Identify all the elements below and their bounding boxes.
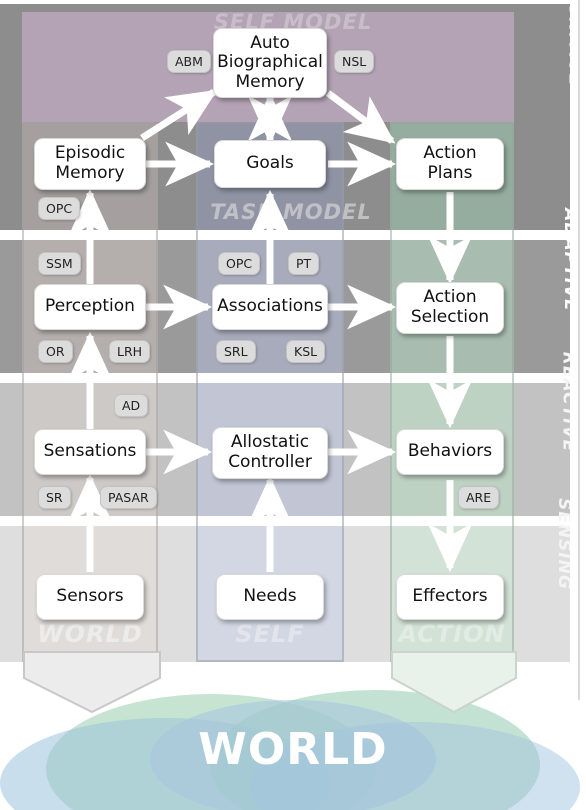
badge-nsl[interactable]: NSL: [334, 50, 375, 73]
badge-abm[interactable]: ABM: [167, 50, 211, 73]
badge-or[interactable]: OR: [38, 340, 73, 363]
node-label: Goals: [246, 153, 294, 174]
node-action-selection[interactable]: Action Selection: [396, 282, 504, 334]
node-label: Needs: [243, 586, 297, 607]
node-label: Action Selection: [410, 287, 490, 327]
node-effectors[interactable]: Effectors: [396, 574, 504, 620]
badge-ad[interactable]: AD: [114, 394, 149, 417]
badge-lrh[interactable]: LRH: [109, 340, 151, 363]
node-perception[interactable]: Perception: [34, 284, 146, 330]
badge-are[interactable]: ARE: [458, 486, 500, 509]
chevron-world: [23, 651, 161, 714]
column-label-world: WORLD: [37, 620, 143, 648]
node-sensors[interactable]: Sensors: [36, 574, 144, 620]
layer-label-adaptive: ADAPTIVE: [518, 208, 580, 312]
badge-sr[interactable]: SR: [38, 486, 71, 509]
layer-label-sensing: SENSING: [518, 498, 574, 590]
world-label: WORLD: [198, 724, 388, 775]
node-label: Episodic Memory: [54, 143, 126, 183]
node-auto-biographical-memory[interactable]: Auto Biographical Memory: [213, 28, 327, 98]
badge-opc-2[interactable]: OPC: [218, 252, 261, 275]
node-label: Effectors: [412, 586, 488, 607]
diagram-canvas: SELF MODEL TASK MODEL WORLD SELF ACTION …: [0, 0, 586, 810]
right-edge-rule: [578, 0, 580, 700]
node-label: Auto Biographical Memory: [217, 32, 323, 92]
badge-ssm[interactable]: SSM: [38, 252, 81, 275]
node-goals[interactable]: Goals: [214, 140, 326, 188]
node-action-plans[interactable]: Action Plans: [396, 138, 504, 190]
node-label: Associations: [217, 296, 323, 317]
node-sensations[interactable]: Sensations: [34, 429, 146, 475]
task-model-title: TASK MODEL: [210, 200, 372, 224]
layer-label-reactive: REACTIVE: [518, 352, 578, 453]
node-label: Allostatic Controller: [228, 432, 312, 472]
column-label-action: ACTION: [398, 620, 506, 648]
node-needs[interactable]: Needs: [216, 574, 324, 620]
chevron-action: [391, 651, 517, 714]
node-behaviors[interactable]: Behaviors: [396, 429, 504, 475]
badge-ksl[interactable]: KSL: [286, 340, 326, 363]
node-label: Perception: [45, 296, 135, 317]
badge-srl[interactable]: SRL: [216, 340, 256, 363]
badge-pasar[interactable]: PASAR: [100, 486, 157, 509]
node-label: Action Plans: [423, 143, 477, 183]
layer-label-cognitive: COGNITIVE: [518, 0, 585, 87]
node-label: Behaviors: [407, 441, 493, 462]
node-episodic-memory[interactable]: Episodic Memory: [34, 138, 146, 190]
node-allostatic-controller[interactable]: Allostatic Controller: [212, 427, 328, 479]
badge-pt[interactable]: PT: [288, 252, 320, 275]
column-label-self: SELF: [235, 620, 305, 648]
node-label: Sensors: [56, 586, 124, 607]
node-associations[interactable]: Associations: [212, 284, 328, 330]
badge-opc-1[interactable]: OPC: [38, 197, 81, 220]
node-label: Sensations: [43, 441, 137, 462]
